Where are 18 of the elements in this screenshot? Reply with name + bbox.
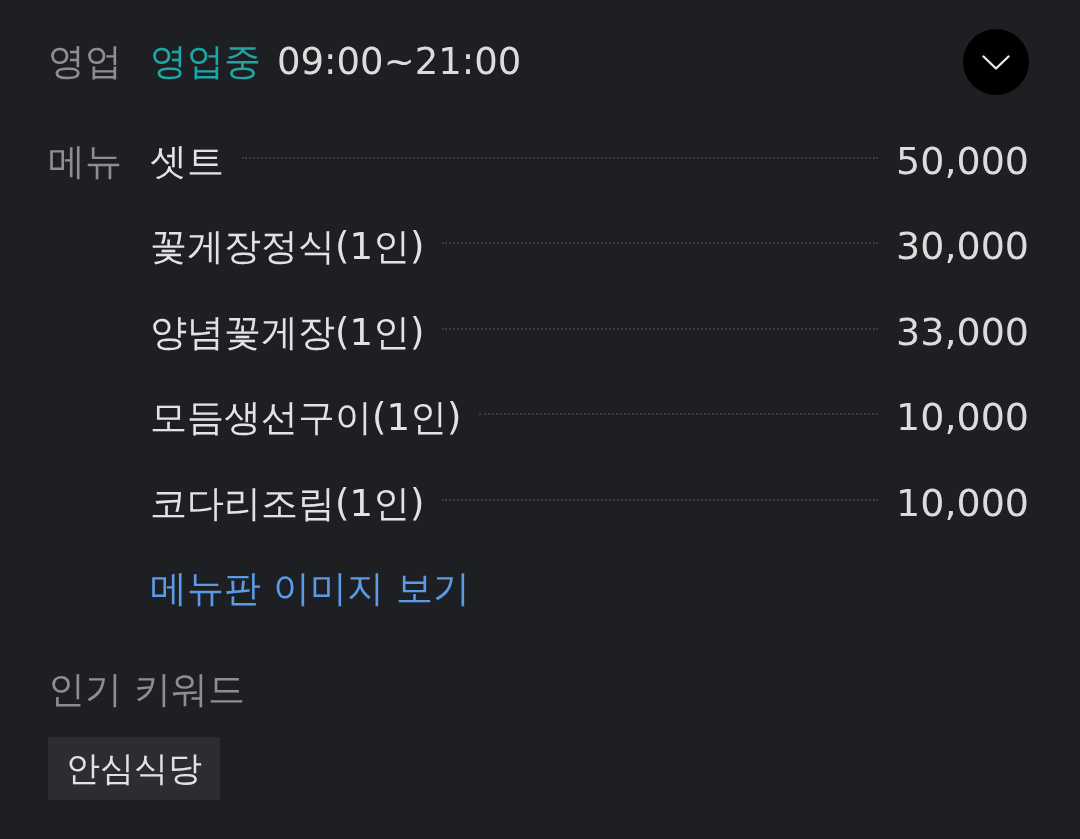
menu-item-name: 양념꽃게장(1인) xyxy=(150,310,425,355)
keywords-heading: 인기 키워드 xyxy=(48,668,245,713)
opening-hours: 09:00~21:00 xyxy=(277,39,523,85)
menu-item-price: 50,000 xyxy=(896,138,1029,185)
hours-label: 영업 xyxy=(48,39,123,85)
menu-item-name: 셋트 xyxy=(150,139,224,184)
chevron-icon xyxy=(982,54,1010,70)
menu-item-name: 꽃게장정식(1인) xyxy=(150,225,425,270)
menu-item-price: 33,000 xyxy=(896,309,1029,356)
keyword-tag[interactable]: 안심식당 xyxy=(48,737,220,801)
menu-image-link[interactable]: 메뉴판 이미지 보기 xyxy=(150,567,470,612)
menu-item-name: 코다리조림(1인) xyxy=(150,481,425,526)
menu-item-price: 10,000 xyxy=(896,480,1029,527)
menu-label: 메뉴 xyxy=(48,138,123,185)
menu-item-name: 모듬생선구이(1인) xyxy=(150,396,462,441)
menu-item-price: 10,000 xyxy=(896,395,1029,442)
menu-item-price: 30,000 xyxy=(896,224,1029,271)
open-status: 영업중 xyxy=(150,39,261,85)
